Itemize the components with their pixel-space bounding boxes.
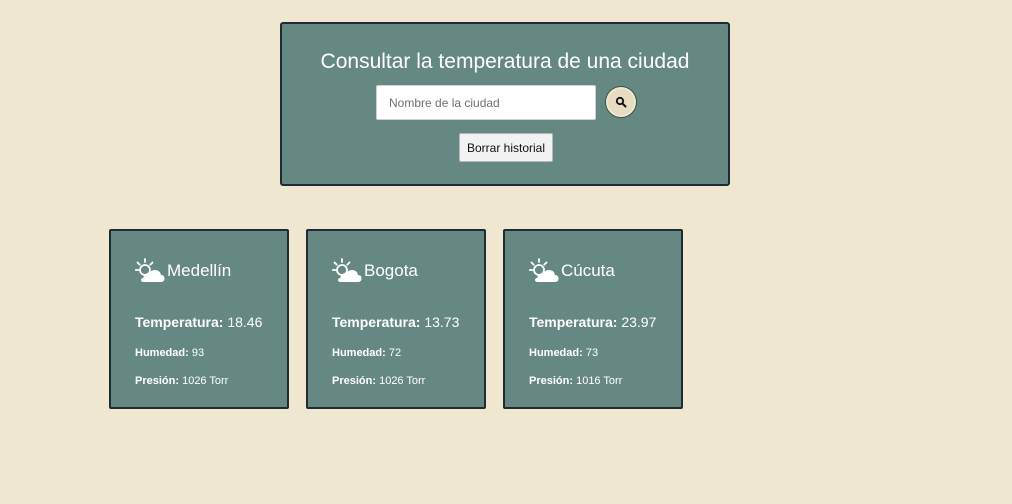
humidity-value: 73: [585, 347, 599, 359]
temperature-value: 18.46: [227, 314, 263, 330]
pressure-label: Presión:: [135, 375, 180, 387]
temperature-line: Temperatura: 13.73: [332, 314, 459, 330]
pressure-label: Presión:: [332, 375, 377, 387]
temperature-label: Temperatura:: [135, 314, 224, 330]
city-card-medellin: Medellín Temperatura: 18.46 Humedad: 93 …: [109, 229, 289, 409]
clear-history-button[interactable]: Borrar historial: [459, 133, 554, 162]
pressure-label: Presión:: [529, 375, 574, 387]
temperature-line: Temperatura: 18.46: [135, 314, 262, 330]
city-search-input[interactable]: [376, 85, 596, 120]
humidity-value: 72: [388, 347, 402, 359]
humidity-value: 93: [191, 347, 205, 359]
partly-cloudy-icon: [529, 258, 559, 282]
temperature-label: Temperatura:: [332, 314, 421, 330]
card-header: Bogota: [332, 258, 418, 284]
partly-cloudy-icon: [332, 258, 362, 282]
humidity-line: Humedad: 73: [529, 347, 598, 360]
humidity-label: Humedad:: [332, 347, 386, 359]
pressure-line: Presión: 1026 Torr: [135, 375, 228, 388]
temperature-value: 13.73: [424, 314, 460, 330]
pressure-line: Presión: 1016 Torr: [529, 375, 622, 388]
city-name: Cúcuta: [561, 261, 615, 280]
card-header: Cúcuta: [529, 258, 615, 284]
city-card-bogota: Bogota Temperatura: 13.73 Humedad: 72 Pr…: [306, 229, 486, 409]
card-header: Medellín: [135, 258, 231, 284]
search-panel: Consultar la temperatura de una ciudad B…: [280, 22, 730, 186]
humidity-line: Humedad: 72: [332, 347, 401, 360]
city-name: Bogota: [364, 261, 418, 280]
temperature-value: 23.97: [621, 314, 657, 330]
search-icon: [615, 96, 627, 108]
search-title: Consultar la temperatura de una ciudad: [320, 50, 690, 73]
temperature-line: Temperatura: 23.97: [529, 314, 656, 330]
temperature-label: Temperatura:: [529, 314, 618, 330]
humidity-label: Humedad:: [529, 347, 583, 359]
pressure-line: Presión: 1026 Torr: [332, 375, 425, 388]
city-card-cucuta: Cúcuta Temperatura: 23.97 Humedad: 73 Pr…: [503, 229, 683, 409]
partly-cloudy-icon: [135, 258, 165, 282]
pressure-value: 1026 Torr: [182, 375, 229, 387]
pressure-value: 1026 Torr: [379, 375, 426, 387]
humidity-line: Humedad: 93: [135, 347, 204, 360]
pressure-value: 1016 Torr: [576, 375, 623, 387]
humidity-label: Humedad:: [135, 347, 189, 359]
search-button[interactable]: [606, 87, 636, 117]
city-name: Medellín: [167, 261, 232, 280]
